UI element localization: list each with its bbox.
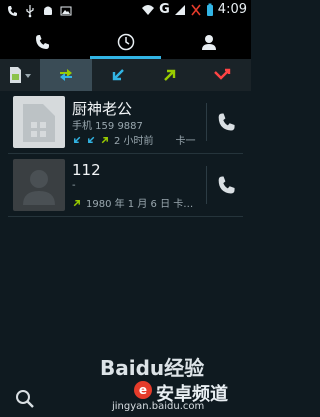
outgoing-call-icon — [101, 136, 108, 143]
call-log-row[interactable]: 厨神老公 手机 159 9887 2 小时前 卡一 — [8, 91, 243, 154]
call-time: 1980 年 1 月 6 日 卡… — [86, 199, 194, 210]
call-filter-bar — [0, 59, 251, 91]
image-icon — [60, 6, 72, 16]
missed-call-icon — [214, 68, 231, 80]
wifi-icon — [142, 4, 155, 15]
search-icon[interactable] — [14, 388, 36, 410]
filter-all-calls[interactable] — [40, 59, 92, 91]
incoming-call-icon — [112, 69, 124, 81]
call-back-button[interactable] — [215, 174, 237, 196]
overlay-badge: e — [134, 381, 152, 399]
watermark-domain: jingyan.baidu.com — [112, 401, 205, 412]
phone-icon — [35, 34, 49, 49]
call-meta: 2 小时前 卡一 — [72, 132, 196, 147]
battery-icon — [206, 3, 213, 16]
contact-name: 112 — [72, 161, 101, 179]
avatar[interactable] — [13, 96, 65, 148]
filter-incoming[interactable] — [92, 59, 144, 91]
filter-missed[interactable] — [196, 59, 248, 91]
call-log-row[interactable]: 112 - 1980 年 1 月 6 日 卡… — [8, 154, 243, 217]
filter-outgoing[interactable] — [144, 59, 196, 91]
call-back-button[interactable] — [215, 111, 237, 133]
person-icon — [202, 34, 217, 50]
outgoing-call-icon — [164, 69, 176, 81]
sim-card-icon — [10, 67, 31, 83]
call-meta: 1980 年 1 月 6 日 卡… — [72, 195, 193, 210]
status-bar: G 4:09 — [0, 0, 251, 24]
sim-selector[interactable] — [0, 59, 40, 91]
contact-number: - — [72, 180, 76, 191]
usb-icon — [26, 5, 34, 18]
incoming-call-icon — [88, 136, 95, 143]
android-icon — [44, 6, 52, 15]
call-time: 2 小时前 — [114, 136, 154, 147]
baidu-watermark: Baidu经验 — [100, 356, 205, 380]
network-type: G — [159, 2, 170, 17]
missed-call-icon — [8, 6, 17, 16]
contact-name: 厨神老公 — [72, 100, 133, 118]
no-signal-icon — [191, 4, 201, 15]
contact-number: 手机 159 9887 — [72, 121, 143, 132]
avatar[interactable] — [13, 159, 65, 211]
call-log-list: 厨神老公 手机 159 9887 2 小时前 卡一 112 - 1980 年 1… — [0, 91, 251, 217]
tab-bar — [0, 24, 251, 59]
signal-icon — [174, 4, 185, 15]
clock-icon — [117, 33, 134, 50]
incoming-call-icon — [74, 136, 81, 143]
clock: 4:09 — [217, 2, 247, 17]
divider — [206, 166, 207, 204]
outgoing-call-icon — [73, 199, 80, 206]
tab-call-log[interactable] — [84, 24, 168, 59]
all-calls-icon — [60, 69, 72, 81]
tab-phone[interactable] — [0, 24, 84, 59]
sim-label: 卡一 — [175, 136, 196, 147]
tab-contacts[interactable] — [167, 24, 251, 59]
divider — [206, 103, 207, 141]
